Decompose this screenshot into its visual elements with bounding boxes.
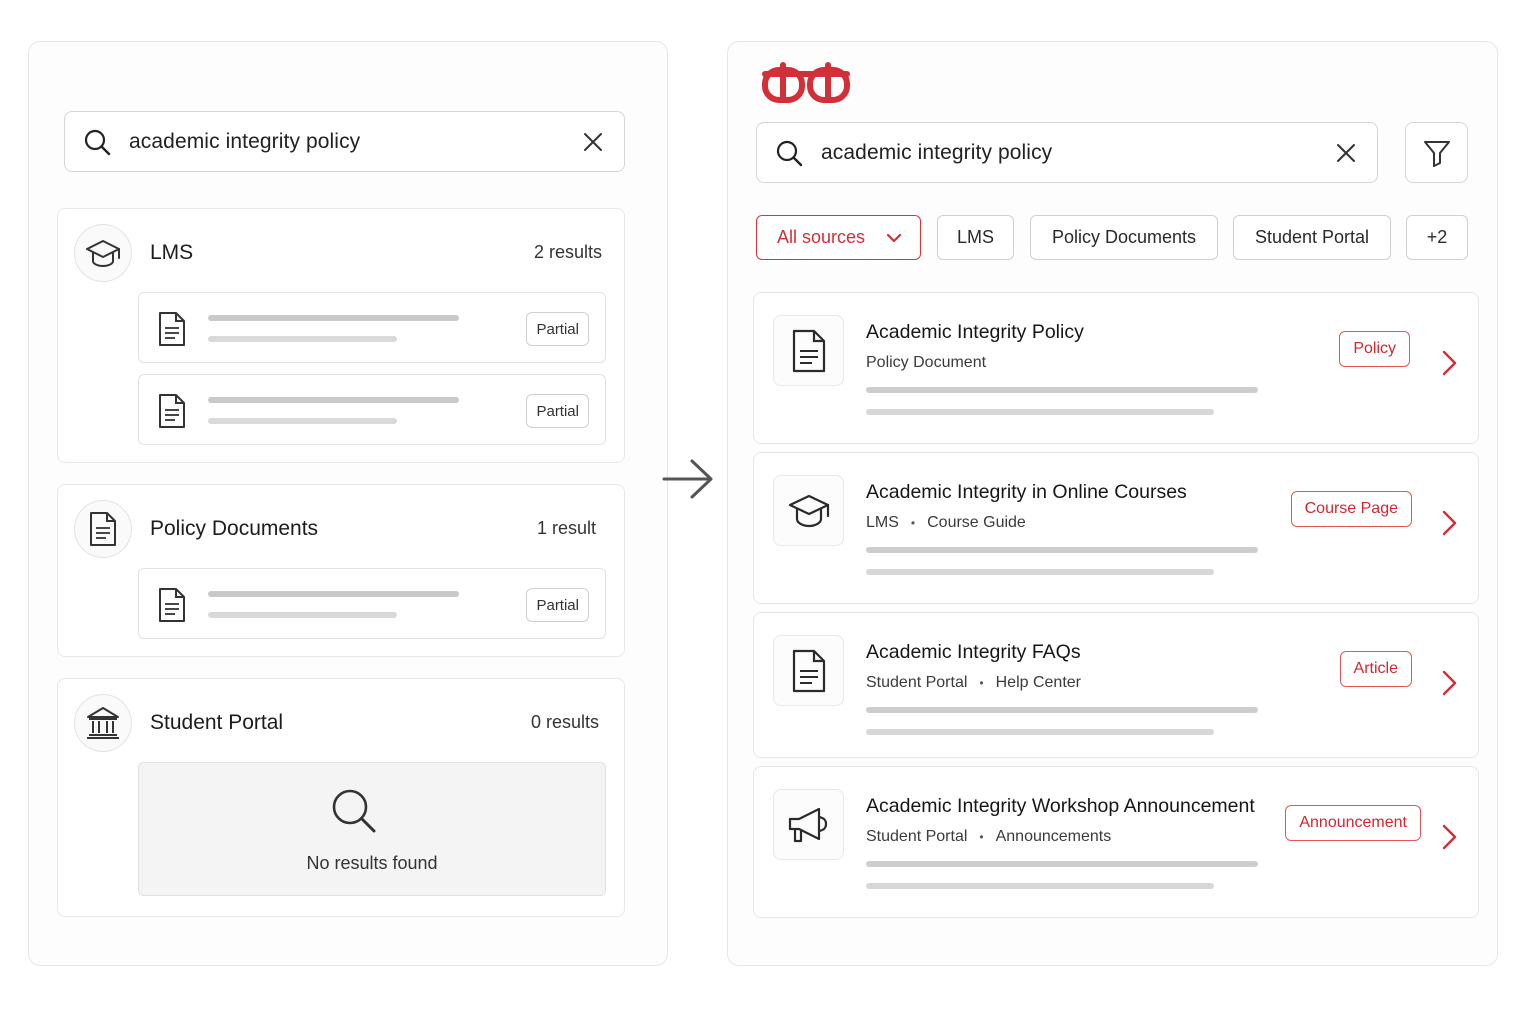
megaphone-icon (773, 789, 844, 860)
chevron-right-icon[interactable] (1438, 823, 1460, 851)
chip-label: All sources (777, 227, 866, 247)
result-source: Student Portal (866, 828, 968, 845)
result-category: Help Center (995, 674, 1081, 691)
search-icon (84, 129, 111, 155)
result-row[interactable]: Partial (138, 568, 606, 639)
source-group-lms: LMS 2 results Partial Partial (57, 208, 625, 463)
skeleton-line (866, 861, 1258, 867)
meta-separator: • (910, 516, 916, 530)
brand-logo-icon (762, 62, 850, 103)
meta-separator: • (979, 830, 984, 844)
result-source: LMS (866, 514, 899, 531)
group-count: 1 result (536, 518, 596, 538)
result-source: Policy Document (866, 354, 987, 371)
search-bar[interactable]: academic integrity policy (756, 122, 1378, 183)
match-badge: Partial (526, 394, 589, 428)
grouped-results-panel: academic integrity policy LMS 2 results … (28, 41, 668, 966)
chip-lms[interactable]: LMS (937, 215, 1014, 260)
skeleton-line (866, 387, 1258, 393)
chevron-right-icon[interactable] (1438, 509, 1460, 537)
chip-student-portal[interactable]: Student Portal (1233, 215, 1391, 260)
close-icon[interactable] (1335, 142, 1357, 164)
skeleton-line (866, 707, 1258, 713)
unified-results-panel: academic integrity policy All sources LM… (727, 41, 1498, 966)
skeleton-line (208, 591, 459, 597)
result-category: Announcements (995, 828, 1112, 845)
result-meta: Policy Document (866, 354, 986, 372)
chevron-down-icon (886, 233, 902, 243)
type-tag: Course Page (1290, 491, 1412, 527)
meta-separator: • (979, 676, 984, 690)
document-icon (159, 394, 185, 428)
skeleton-line (208, 418, 397, 424)
empty-state-text: No results found (306, 853, 438, 873)
skeleton-line (208, 336, 397, 342)
chip-policy-documents[interactable]: Policy Documents (1030, 215, 1218, 260)
result-category: Course Guide (927, 514, 1026, 531)
source-group-policy-documents: Policy Documents 1 result Partial (57, 484, 625, 657)
group-title: Student Portal (150, 711, 284, 734)
empty-state: No results found (138, 762, 606, 896)
chip-all-sources[interactable]: All sources (756, 215, 921, 260)
type-tag: Policy (1339, 331, 1410, 367)
result-title[interactable]: Academic Integrity Workshop Announcement (866, 795, 1255, 818)
result-card[interactable]: Academic Integrity Workshop Announcement… (753, 766, 1479, 918)
skeleton-line (208, 612, 397, 618)
document-icon (159, 312, 185, 346)
search-icon (776, 140, 803, 166)
search-query[interactable]: academic integrity policy (821, 141, 1052, 165)
result-card[interactable]: Academic Integrity FAQs Student Portal •… (753, 612, 1479, 758)
type-tag: Article (1339, 651, 1412, 687)
search-bar[interactable]: academic integrity policy (64, 111, 625, 172)
document-icon (159, 588, 185, 622)
filter-icon (1423, 140, 1450, 167)
document-icon (773, 315, 844, 386)
group-count: 2 results (533, 242, 602, 262)
skeleton-line (208, 315, 459, 321)
document-icon (74, 500, 132, 558)
match-badge: Partial (526, 588, 589, 622)
result-meta: LMS • Course Guide (866, 514, 1026, 532)
group-count: 0 results (530, 712, 599, 732)
result-title[interactable]: Academic Integrity FAQs (866, 641, 1081, 664)
source-group-student-portal: Student Portal 0 results No results foun… (57, 678, 625, 917)
skeleton-line (866, 569, 1214, 575)
result-card[interactable]: Academic Integrity Policy Policy Documen… (753, 292, 1479, 444)
chip-more[interactable]: +2 (1406, 215, 1468, 260)
skeleton-line (866, 409, 1214, 415)
search-query[interactable]: academic integrity policy (129, 130, 360, 154)
close-icon[interactable] (582, 131, 604, 153)
skeleton-line (866, 883, 1214, 889)
group-title: Policy Documents (150, 517, 319, 540)
result-source: Student Portal (866, 674, 968, 691)
result-title[interactable]: Academic Integrity Policy (866, 321, 1084, 344)
result-meta: Student Portal • Help Center (866, 674, 1081, 692)
graduation-cap-icon (773, 475, 844, 546)
chevron-right-icon[interactable] (1438, 349, 1460, 377)
skeleton-line (866, 729, 1214, 735)
type-tag: Announcement (1285, 805, 1421, 841)
group-title: LMS (150, 241, 194, 264)
document-icon (773, 635, 844, 706)
graduation-cap-icon (74, 224, 132, 282)
result-row[interactable]: Partial (138, 292, 606, 363)
chevron-right-icon[interactable] (1438, 669, 1460, 697)
skeleton-line (208, 397, 459, 403)
skeleton-line (866, 547, 1258, 553)
result-meta: Student Portal • Announcements (866, 828, 1111, 846)
result-row[interactable]: Partial (138, 374, 606, 445)
result-card[interactable]: Academic Integrity in Online Courses LMS… (753, 452, 1479, 604)
match-badge: Partial (526, 312, 589, 346)
arrow-right-icon (662, 459, 713, 499)
result-title[interactable]: Academic Integrity in Online Courses (866, 481, 1187, 504)
bank-building-icon (74, 694, 132, 752)
filter-button[interactable] (1405, 122, 1468, 183)
search-icon (332, 789, 376, 833)
